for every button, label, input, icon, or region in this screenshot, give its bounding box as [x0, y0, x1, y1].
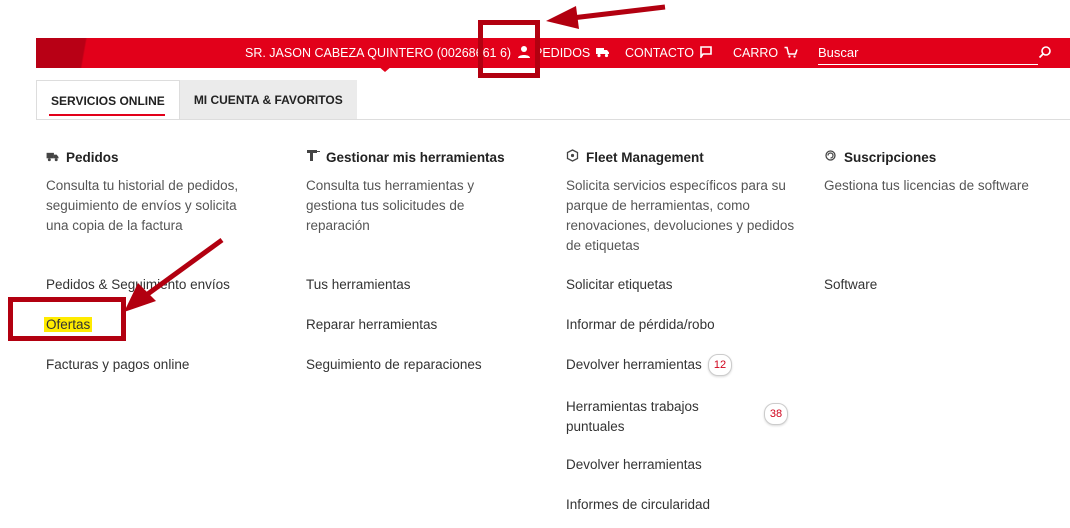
annotation-arrows [124, 4, 666, 312]
annotation-arrow-left [124, 237, 224, 312]
annotation-arrow-top [546, 4, 666, 29]
